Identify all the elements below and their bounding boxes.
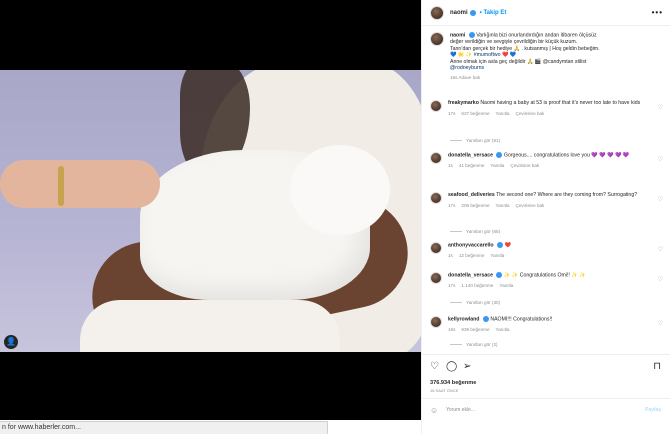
- add-comment-bar: ☺ Yorum ekle... Paylaş: [422, 398, 670, 420]
- comment-username[interactable]: freakymarko: [448, 100, 479, 106]
- caption-username[interactable]: naomi: [450, 32, 465, 38]
- comment-time: 1s: [448, 162, 453, 168]
- caption-line: Anne olmak için asla geç değildir 🙏 🎬 @c…: [450, 58, 587, 65]
- comment-text: ✨ ✨ Congratulations Omi!! ✨ ✨: [503, 272, 586, 279]
- comment-likes[interactable]: 1.140 beğenme: [461, 283, 493, 288]
- photo-cloth-shape: [80, 300, 340, 352]
- post-photo[interactable]: [0, 70, 421, 352]
- reply-button[interactable]: Yanıtla: [496, 111, 510, 116]
- post-header: naomi • Takip Et •••: [422, 0, 670, 26]
- bookmark-icon[interactable]: ⊓: [653, 361, 661, 372]
- heart-icon[interactable]: ♡: [658, 104, 663, 111]
- comment: anthonyvaccarello ❤️ 1s 12 beğenme Yanıtla…: [430, 242, 665, 260]
- avatar[interactable]: [430, 242, 442, 254]
- action-bar: ♡ ◯ ➢ ⊓: [422, 354, 670, 372]
- comment: seafood_deliveries The second one? Where…: [430, 192, 665, 209]
- heart-icon[interactable]: ♡: [658, 276, 663, 283]
- comment: donatella_versace Gorgeous.... congratul…: [430, 152, 665, 170]
- more-icon[interactable]: •••: [652, 8, 663, 17]
- reply-button[interactable]: Yanıtla: [499, 283, 513, 288]
- photo-bracelet-shape: [58, 166, 64, 206]
- header-username[interactable]: naomi: [450, 10, 468, 16]
- verified-badge-icon: [497, 242, 504, 248]
- comment-time: 17s: [448, 282, 456, 288]
- caption-line: Tanrı'dan gerçek bir hediye 🙏 . kutsanmı…: [450, 45, 600, 52]
- heart-icon[interactable]: ♡: [658, 246, 663, 253]
- comment: donatella_versace ✨ ✨ Congratulations Om…: [430, 272, 665, 290]
- caption-line[interactable]: 💙 🌟 ✨ #mumoftwo ❤️ 💙: [450, 52, 516, 58]
- avatar[interactable]: [430, 100, 442, 112]
- comment-username[interactable]: seafood_deliveries: [448, 192, 495, 198]
- avatar[interactable]: [430, 316, 442, 328]
- caption-meta: 18s Adave bak: [450, 74, 481, 80]
- avatar[interactable]: [430, 152, 442, 164]
- heart-icon[interactable]: ♡: [658, 320, 663, 327]
- verified-badge-icon: [482, 316, 489, 322]
- avatar[interactable]: [430, 192, 442, 204]
- view-replies[interactable]: Yanıtları gör (30): [450, 300, 500, 305]
- smile-icon[interactable]: ☺: [430, 406, 438, 415]
- verified-badge-icon: [469, 9, 476, 16]
- comment-likes[interactable]: 41 beğenme: [459, 163, 485, 168]
- comment-likes[interactable]: 206 beğenme: [461, 203, 489, 208]
- avatar[interactable]: [430, 272, 442, 284]
- translate-button[interactable]: Çevirisine bak: [516, 111, 545, 116]
- heart-icon[interactable]: ♡: [430, 361, 439, 372]
- caption: naomi Varlığınla bizi onurlandırdığın an…: [430, 32, 665, 82]
- caption-line: Varlığınla bizi onurlandırdığın andan it…: [476, 32, 597, 39]
- comment-time: 17s: [448, 110, 456, 116]
- comment: kellyrowland NAOMI!!! Congratulations!! …: [430, 316, 665, 334]
- comment-likes[interactable]: 12 beğenme: [459, 253, 485, 258]
- view-replies[interactable]: Yanıtları gör (2): [450, 342, 498, 347]
- avatar[interactable]: [430, 32, 444, 46]
- follow-button[interactable]: • Takip Et: [480, 10, 507, 16]
- comment-text: The second one? Where are they coming fr…: [496, 192, 638, 198]
- comment: freakymarko Naomi having a baby at 53 is…: [430, 100, 665, 117]
- verified-badge-icon: [468, 32, 475, 38]
- verified-badge-icon: [496, 152, 503, 158]
- comment-username[interactable]: donatella_versace: [448, 272, 493, 278]
- user-tag-icon[interactable]: 👤: [4, 335, 18, 349]
- heart-icon[interactable]: ♡: [658, 196, 663, 203]
- comment-username[interactable]: kellyrowland: [448, 316, 479, 322]
- reply-button[interactable]: Yanıtla: [496, 203, 510, 208]
- view-replies[interactable]: Yanıtları gör (65): [450, 229, 500, 234]
- post-panel: naomi • Takip Et ••• naomi Varlığınla bi…: [421, 0, 670, 434]
- comment-username[interactable]: anthonyvaccarello: [448, 242, 494, 248]
- comment-text: ❤️: [504, 242, 511, 249]
- caption-line[interactable]: @rodneyburns: [450, 65, 484, 71]
- comment-text: Naomi having a baby at 53 is proof that …: [480, 100, 641, 106]
- post-date: 16 SAAT ÖNCE: [430, 388, 459, 393]
- translate-button[interactable]: Çevirisine bak: [510, 163, 539, 168]
- comment-time: 17s: [448, 202, 456, 208]
- comment-input[interactable]: Yorum ekle...: [446, 407, 475, 413]
- comment-icon[interactable]: ◯: [446, 361, 457, 372]
- status-bar: n for www.haberler.com...: [0, 421, 328, 434]
- comment-likes[interactable]: 637 beğenme: [461, 111, 489, 116]
- comment-text: NAOMI!!! Congratulations!!: [490, 316, 553, 323]
- comment-likes[interactable]: 939 beğenme: [461, 327, 489, 332]
- photo-child-arm-shape: [0, 160, 160, 208]
- comments-scroll[interactable]: naomi Varlığınla bizi onurlandırdığın an…: [422, 26, 670, 354]
- post-media[interactable]: 👤: [0, 0, 421, 420]
- photo-cap-shape: [290, 145, 390, 235]
- translate-button[interactable]: Çevirisine bak: [516, 203, 545, 208]
- reply-button[interactable]: Yanıtla: [490, 253, 504, 258]
- reply-button[interactable]: Yanıtla: [490, 163, 504, 168]
- comment-username[interactable]: donatella_versace: [448, 152, 493, 158]
- comment-text: Gorgeous.... congratulations love you 💜 …: [503, 152, 630, 159]
- avatar[interactable]: [430, 5, 444, 20]
- reply-button[interactable]: Yanıtla: [496, 327, 510, 332]
- send-icon[interactable]: ➢: [463, 361, 471, 372]
- view-replies[interactable]: Yanıtları gör (81): [450, 138, 500, 143]
- verified-badge-icon: [496, 272, 503, 278]
- caption-line: değer verildiğin ve sevgiyle çevrildiğin…: [450, 38, 578, 45]
- share-comment-button[interactable]: Paylaş: [645, 407, 661, 413]
- comment-time: 16s: [448, 326, 456, 332]
- heart-icon[interactable]: ♡: [658, 156, 663, 163]
- comment-time: 1s: [448, 252, 453, 258]
- likes-count[interactable]: 376.934 beğenme: [430, 380, 476, 386]
